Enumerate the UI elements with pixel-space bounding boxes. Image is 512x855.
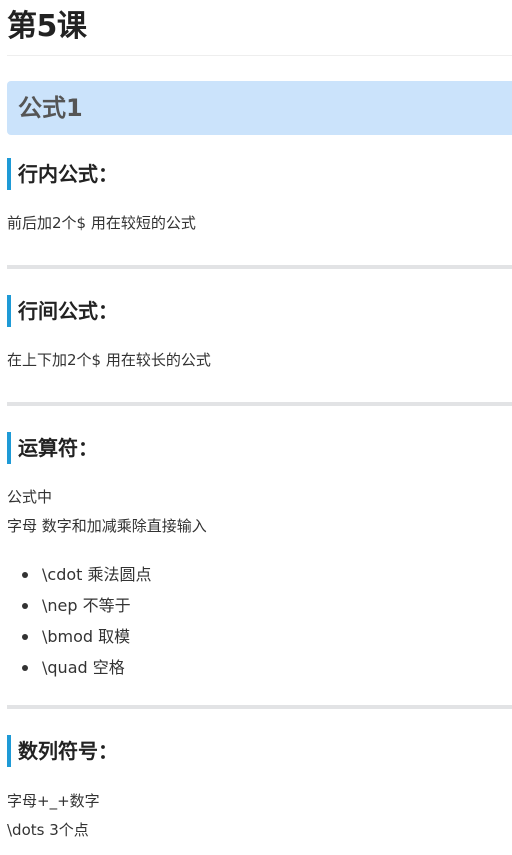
horizontal-rule <box>7 705 512 709</box>
title-divider <box>7 55 512 56</box>
list-item-text: \bmod 取模 <box>42 627 131 646</box>
subheading-inline-formula: 行内公式： <box>7 158 118 190</box>
subheading-sequence-symbols: 数列符号： <box>7 735 118 767</box>
bullet-icon <box>22 634 28 640</box>
paragraph-sequence-line-1: 字母+_+数字 <box>7 792 100 810</box>
paragraph-operators-line-2: 字母 数字和加减乘除直接输入 <box>7 517 207 535</box>
bullet-icon <box>22 603 28 609</box>
list-item-text: \quad 空格 <box>42 658 125 677</box>
list-item-text: \cdot 乘法圆点 <box>42 565 152 584</box>
subheading-operators: 运算符： <box>7 432 98 464</box>
paragraph-operators-line-1: 公式中 <box>7 488 53 506</box>
list-item-text: \nep 不等于 <box>42 596 131 615</box>
list-item: \nep 不等于 <box>7 590 152 621</box>
list-item: \quad 空格 <box>7 652 152 683</box>
list-item: \cdot 乘法圆点 <box>7 559 152 590</box>
paragraph-sequence-line-2: \dots 3个点 <box>7 821 89 839</box>
operators-list: \cdot 乘法圆点 \nep 不等于 \bmod 取模 \quad 空格 <box>7 559 152 683</box>
section-heading-box: 公式1 <box>7 81 512 135</box>
page-title: 第5课 <box>7 9 87 44</box>
subheading-display-formula: 行间公式： <box>7 295 118 327</box>
paragraph-display-formula: 在上下加2个$ 用在较长的公式 <box>7 351 211 369</box>
bullet-icon <box>22 665 28 671</box>
list-item: \bmod 取模 <box>7 621 152 652</box>
paragraph-inline-formula: 前后加2个$ 用在较短的公式 <box>7 214 196 232</box>
horizontal-rule <box>7 402 512 406</box>
bullet-icon <box>22 572 28 578</box>
horizontal-rule <box>7 265 512 269</box>
section-heading: 公式1 <box>18 94 83 122</box>
